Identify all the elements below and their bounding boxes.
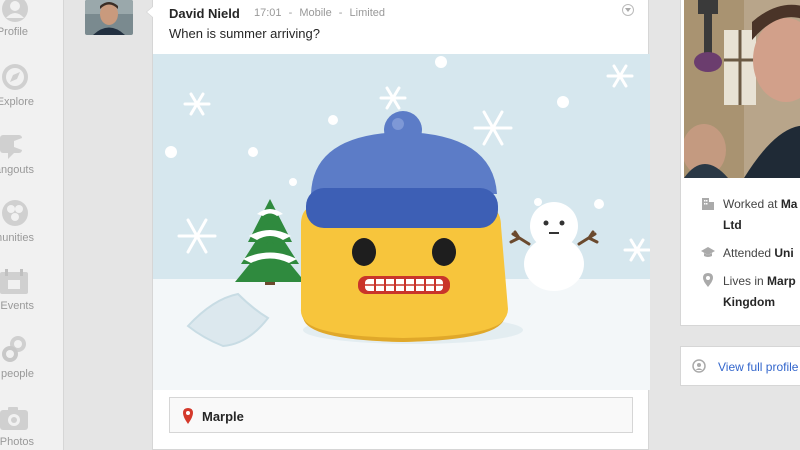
author-name[interactable]: David Nield bbox=[169, 6, 240, 21]
location-box[interactable]: Marple bbox=[169, 397, 633, 433]
lives-label: Lives in bbox=[723, 274, 764, 288]
nav-item-hangouts[interactable]: angouts bbox=[0, 130, 63, 190]
building-icon bbox=[702, 198, 714, 210]
view-full-profile-button[interactable]: View full profile bbox=[680, 346, 800, 386]
profile-card: Worked at Ma Ltd Attended Uni Lives in M… bbox=[680, 0, 800, 326]
nav-label-events: Events bbox=[0, 300, 34, 312]
work-label: Worked at bbox=[723, 197, 778, 211]
work-value[interactable]: Ma bbox=[781, 197, 798, 211]
location-name[interactable]: Marple bbox=[202, 409, 244, 424]
hangouts-icon bbox=[0, 135, 22, 159]
nav-item-explore[interactable]: Explore bbox=[0, 62, 63, 122]
education-label: Attended bbox=[723, 246, 772, 260]
lives-value-cont[interactable]: Kingdom bbox=[723, 295, 775, 309]
profile-photo[interactable] bbox=[684, 0, 800, 178]
profile-icon bbox=[2, 0, 28, 22]
lives-text: Lives in Marp Kingdom bbox=[723, 271, 800, 313]
post-menu-button[interactable] bbox=[622, 4, 634, 16]
card-notch-inner bbox=[147, 6, 154, 18]
nav-item-events[interactable]: Events bbox=[0, 266, 63, 326]
nav-label-explore: Explore bbox=[0, 96, 34, 108]
find-people-icon bbox=[2, 336, 26, 362]
events-icon bbox=[0, 269, 28, 294]
education-text: Attended Uni bbox=[723, 243, 800, 264]
view-full-profile-link[interactable]: View full profile bbox=[718, 360, 798, 374]
nav-item-find-people[interactable]: d people bbox=[0, 334, 63, 394]
post-text: When is summer arriving? bbox=[169, 26, 320, 41]
graduation-cap-icon bbox=[701, 247, 715, 257]
education-value[interactable]: Uni bbox=[774, 246, 793, 260]
explore-icon bbox=[2, 64, 28, 90]
nav-item-photos[interactable]: Photos bbox=[0, 402, 63, 450]
profile-circle-icon bbox=[692, 359, 706, 373]
nav-label-profile: Profile bbox=[0, 26, 28, 38]
post-visibility[interactable]: Limited bbox=[350, 7, 385, 19]
post-column: David Nield 17:01 - Mobile - Limited Whe… bbox=[65, 0, 665, 450]
post-card: David Nield 17:01 - Mobile - Limited Whe… bbox=[152, 0, 650, 450]
left-nav: Profile Explore angouts mmunities Events… bbox=[0, 0, 64, 450]
profile-photo-image bbox=[684, 0, 800, 178]
meta-separator: - bbox=[288, 7, 293, 19]
work-value-cont[interactable]: Ltd bbox=[723, 218, 742, 232]
nav-item-communities[interactable]: mmunities bbox=[0, 198, 63, 258]
meta-separator: - bbox=[338, 7, 343, 19]
lives-value[interactable]: Marp bbox=[767, 274, 796, 288]
post-image[interactable] bbox=[153, 54, 650, 390]
post-source: Mobile bbox=[299, 7, 332, 19]
author-avatar[interactable] bbox=[85, 0, 133, 35]
nav-label-find-people: d people bbox=[0, 368, 34, 380]
nav-item-profile[interactable]: Profile bbox=[0, 0, 63, 52]
communities-icon bbox=[2, 200, 28, 226]
post-time[interactable]: 17:01 bbox=[254, 7, 282, 19]
photos-icon bbox=[0, 407, 28, 430]
location-pin-icon bbox=[703, 273, 713, 287]
work-text: Worked at Ma Ltd bbox=[723, 194, 800, 236]
post-meta: 17:01 - Mobile - Limited bbox=[254, 7, 389, 19]
nav-label-hangouts: angouts bbox=[0, 164, 34, 176]
author-photo bbox=[85, 0, 133, 35]
map-pin-icon bbox=[183, 408, 193, 424]
winter-illustration bbox=[153, 54, 650, 390]
nav-label-communities: mmunities bbox=[0, 232, 34, 244]
nav-label-photos: Photos bbox=[0, 436, 34, 448]
